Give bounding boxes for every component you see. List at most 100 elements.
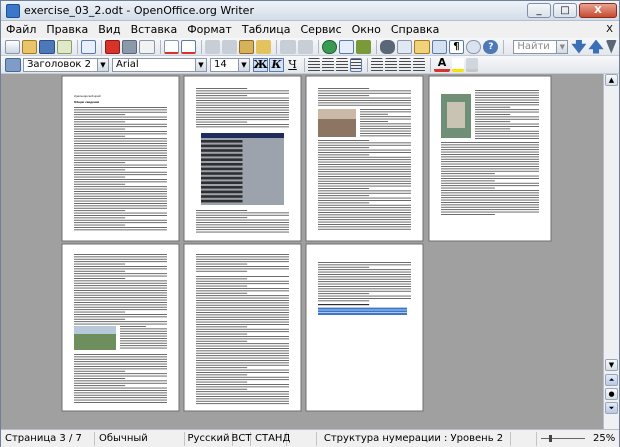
print-icon[interactable] bbox=[122, 39, 138, 54]
numbering-icon[interactable] bbox=[371, 57, 383, 72]
toolbar-separator bbox=[430, 57, 431, 72]
font-size-select[interactable]: 14 ▼ bbox=[210, 57, 250, 72]
hyperlink-icon[interactable] bbox=[321, 39, 337, 54]
undo-icon[interactable] bbox=[280, 39, 296, 54]
text-line bbox=[196, 338, 289, 340]
table-icon[interactable] bbox=[338, 39, 355, 54]
text-line bbox=[196, 357, 289, 359]
status-page-style[interactable]: Обычный bbox=[95, 431, 185, 446]
scroll-up-icon[interactable]: ▲ bbox=[605, 74, 618, 86]
align-center-icon[interactable] bbox=[322, 57, 334, 72]
zoom-slider[interactable] bbox=[537, 432, 589, 446]
align-right-icon[interactable] bbox=[336, 57, 348, 72]
export-pdf-icon[interactable] bbox=[104, 39, 121, 54]
justify-icon[interactable] bbox=[350, 57, 362, 72]
font-name-select[interactable]: Arial ▼ bbox=[112, 57, 207, 72]
vertical-scrollbar[interactable]: ▲ ▼ ⏶ ● ⏷ bbox=[603, 74, 619, 429]
text-line bbox=[74, 366, 167, 367]
next-page-icon[interactable]: ⏷ bbox=[605, 402, 618, 414]
menu-insert[interactable]: Вставка bbox=[131, 23, 178, 36]
show-draw-functions-icon[interactable] bbox=[356, 39, 372, 54]
paragraph-style-select[interactable]: Заголовок 2 ▼ bbox=[23, 57, 109, 72]
new-document-icon[interactable] bbox=[5, 39, 21, 54]
align-left-icon[interactable] bbox=[308, 57, 320, 72]
menu-file[interactable]: Файл bbox=[6, 23, 36, 36]
text-line bbox=[196, 263, 248, 265]
close-document-button[interactable]: X bbox=[606, 24, 613, 35]
autospellcheck-icon[interactable] bbox=[180, 39, 196, 54]
text-line bbox=[441, 175, 539, 177]
menu-help[interactable]: Справка bbox=[391, 23, 439, 36]
find-previous-icon[interactable] bbox=[588, 39, 604, 54]
data-sources-icon[interactable] bbox=[431, 39, 447, 54]
view-layout-icon[interactable] bbox=[511, 431, 537, 446]
zoom-value[interactable]: 25% bbox=[589, 432, 615, 446]
toolbar-separator bbox=[317, 39, 319, 54]
navigator-icon[interactable] bbox=[397, 39, 413, 54]
chevron-down-icon[interactable]: ▼ bbox=[238, 58, 249, 71]
save-icon[interactable] bbox=[39, 39, 55, 54]
menu-view[interactable]: Вид bbox=[98, 23, 120, 36]
text-line bbox=[196, 114, 289, 116]
menu-format[interactable]: Формат bbox=[187, 23, 232, 36]
find-next-icon[interactable] bbox=[571, 39, 587, 54]
table-row bbox=[201, 195, 243, 198]
styles-formatting-icon[interactable] bbox=[5, 57, 21, 72]
status-language[interactable]: Русский bbox=[185, 431, 233, 446]
text-line bbox=[360, 113, 389, 115]
increase-indent-icon[interactable] bbox=[413, 57, 425, 72]
clone-format-icon[interactable] bbox=[256, 39, 272, 54]
decrease-indent-icon[interactable] bbox=[399, 57, 411, 72]
page-preview-icon[interactable] bbox=[139, 39, 155, 54]
previous-page-icon[interactable]: ⏶ bbox=[605, 374, 618, 386]
minimize-button[interactable]: _ bbox=[527, 3, 551, 18]
background-color-icon[interactable] bbox=[466, 57, 478, 72]
italic-button[interactable]: К bbox=[269, 57, 284, 72]
text-line bbox=[74, 378, 126, 379]
text-line bbox=[74, 179, 167, 180]
spellcheck-icon[interactable] bbox=[163, 39, 179, 54]
find-replace-icon[interactable] bbox=[380, 39, 396, 54]
chevron-down-icon[interactable]: ▼ bbox=[97, 58, 108, 71]
email-icon[interactable] bbox=[56, 39, 72, 54]
bullets-icon[interactable] bbox=[385, 57, 397, 72]
paste-icon[interactable] bbox=[239, 39, 255, 54]
chevron-down-icon[interactable]: ▼ bbox=[195, 58, 206, 71]
maximize-button[interactable]: □ bbox=[553, 3, 577, 18]
bold-button[interactable]: Ж bbox=[253, 57, 268, 72]
chevron-down-icon[interactable]: ▼ bbox=[556, 40, 568, 53]
pilcrow-icon[interactable]: ¶ bbox=[448, 39, 465, 54]
zoom-icon[interactable] bbox=[466, 39, 482, 54]
text-line bbox=[441, 180, 495, 182]
open-folder-icon[interactable] bbox=[22, 39, 38, 54]
font-color-icon[interactable]: A bbox=[434, 57, 450, 72]
text-line bbox=[74, 292, 167, 294]
close-button[interactable]: X bbox=[579, 3, 617, 18]
menu-tools[interactable]: Сервис bbox=[301, 23, 342, 36]
text-line bbox=[74, 152, 167, 154]
scroll-down-icon[interactable]: ▼ bbox=[605, 359, 618, 371]
find-input[interactable]: Найти ▼ bbox=[513, 39, 569, 54]
status-insert-mode[interactable]: ВСТ bbox=[232, 431, 251, 446]
find-options-icon[interactable] bbox=[605, 39, 617, 54]
text-line bbox=[196, 229, 289, 231]
status-page[interactable]: Страница 3 / 7 bbox=[1, 431, 95, 446]
text-line bbox=[475, 116, 539, 118]
gallery-icon[interactable] bbox=[414, 39, 430, 54]
text-line bbox=[318, 154, 370, 156]
menu-window[interactable]: Окно bbox=[352, 23, 381, 36]
status-selection-mode[interactable]: СТАНД bbox=[251, 431, 290, 446]
underline-button[interactable]: Ч bbox=[285, 58, 300, 72]
menu-edit[interactable]: Правка bbox=[46, 23, 88, 36]
help-icon[interactable]: ? bbox=[483, 39, 499, 54]
edit-file-icon[interactable] bbox=[80, 39, 97, 54]
text-line bbox=[360, 123, 411, 125]
document-workspace[interactable]: Красноярский край Общие сведения bbox=[1, 74, 603, 429]
cut-icon[interactable] bbox=[204, 39, 221, 54]
text-line bbox=[196, 355, 289, 357]
menu-table[interactable]: Таблица bbox=[242, 23, 291, 36]
redo-icon[interactable] bbox=[297, 39, 313, 54]
navigation-icon[interactable]: ● bbox=[605, 388, 618, 400]
highlighting-icon[interactable] bbox=[452, 57, 464, 72]
copy-icon[interactable] bbox=[222, 39, 238, 54]
